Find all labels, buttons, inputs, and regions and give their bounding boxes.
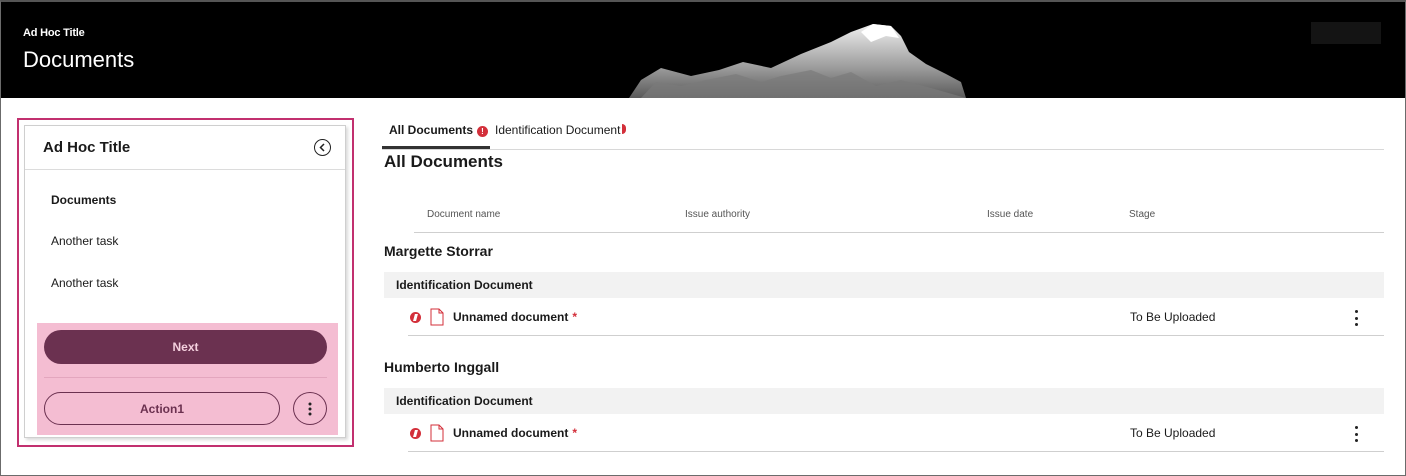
document-name-text: Unnamed document (453, 310, 569, 324)
required-marker: * (572, 310, 578, 324)
column-header-stage: Stage (1129, 209, 1156, 220)
sidebar-item-another-task-1[interactable]: Another task (51, 234, 118, 248)
stage-value: To Be Uploaded (1130, 310, 1216, 324)
error-icon: ! (477, 126, 489, 137)
group-label: Identification Document (396, 278, 533, 292)
sidebar-header: Ad Hoc Title (25, 126, 345, 170)
error-status-icon (410, 312, 421, 323)
action1-button[interactable]: Action1 (44, 392, 280, 425)
kebab-dot (1354, 432, 1358, 436)
header-divider (414, 232, 1384, 233)
document-tabs: All Documents! Identification Document (382, 118, 1384, 150)
kebab-dot (1354, 310, 1358, 313)
collapse-sidebar-button[interactable] (314, 139, 331, 156)
kebab-dot (1354, 439, 1358, 442)
sidebar-action-zone: Next Action1 (37, 323, 338, 435)
action-divider (44, 377, 327, 378)
more-actions-button[interactable] (293, 392, 327, 425)
column-header-document-name: Document name (427, 209, 501, 220)
document-group-header: Identification Document (384, 272, 1384, 298)
person-name: Humberto Inggall (384, 359, 500, 375)
tab-label: All Documents (389, 123, 474, 137)
kebab-menu-icon (308, 402, 312, 415)
error-icon (622, 124, 627, 134)
person-name: Margette Storrar (384, 243, 493, 259)
active-tab-indicator (382, 146, 490, 149)
column-header-issue-date: Issue date (987, 209, 1034, 220)
document-file-icon (430, 308, 444, 326)
mountain-banner-image (629, 22, 1381, 98)
table-row[interactable]: Unnamed document * To Be Uploaded (408, 414, 1384, 452)
section-title: All Documents (384, 152, 504, 171)
group-label: Identification Document (396, 394, 533, 408)
stage-value: To Be Uploaded (1130, 426, 1216, 440)
kebab-dot (1354, 426, 1358, 429)
sidebar-title: Ad Hoc Title (43, 139, 131, 156)
chevron-left-icon (319, 143, 325, 152)
document-file-icon (430, 424, 444, 442)
tab-identification-document[interactable]: Identification Document (495, 123, 627, 137)
page-header: Ad Hoc Title Documents (1, 2, 1405, 98)
kebab-dot (1354, 316, 1358, 320)
task-sidebar: Ad Hoc Title Documents Another task Anot… (24, 125, 346, 438)
next-button[interactable]: Next (44, 330, 327, 364)
required-marker: * (572, 426, 578, 440)
page-title: Documents (23, 47, 135, 72)
row-menu-button[interactable] (1348, 424, 1364, 444)
kebab-dot (1354, 323, 1358, 326)
column-header-issue-authority: Issue authority (685, 209, 751, 220)
document-name[interactable]: Unnamed document * (453, 310, 577, 324)
error-status-icon (410, 428, 421, 439)
row-menu-button[interactable] (1348, 308, 1364, 328)
sidebar-item-documents[interactable]: Documents (51, 193, 116, 207)
document-name-text: Unnamed document (453, 426, 569, 440)
sidebar-item-another-task-2[interactable]: Another task (51, 276, 118, 290)
tab-label: Identification Document (495, 123, 621, 137)
document-name[interactable]: Unnamed document * (453, 426, 577, 440)
document-group-header: Identification Document (384, 388, 1384, 414)
table-row[interactable]: Unnamed document * To Be Uploaded (408, 298, 1384, 336)
header-subtitle: Ad Hoc Title (23, 27, 85, 39)
tab-all-documents[interactable]: All Documents! (389, 123, 489, 137)
